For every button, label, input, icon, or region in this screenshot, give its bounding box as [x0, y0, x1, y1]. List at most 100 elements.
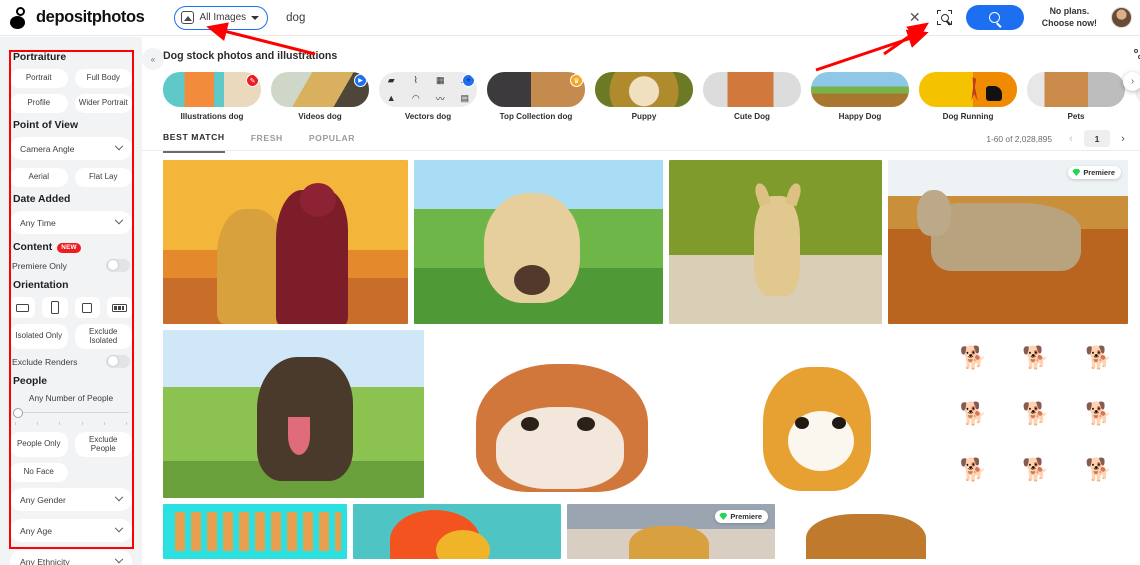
people-count-slider[interactable]: [13, 406, 129, 420]
result-item[interactable]: [430, 330, 683, 498]
ethnicity-dropdown[interactable]: Any Ethnicity: [10, 550, 132, 565]
slider-knob[interactable]: [13, 407, 23, 418]
gender-value: Any Gender: [20, 494, 66, 505]
people-pills-row-2: No Face: [10, 463, 132, 482]
people-slider-label: Any Number of People: [28, 393, 114, 403]
page-root: depositphotos All Images ✕ No plans. Cho…: [0, 0, 1140, 565]
dog-outline-icon: 🐕: [1022, 345, 1050, 370]
category-vectors-dog[interactable]: ▰⌇▦⛰ ▲◠〰▤ ✦ Vectors dog: [379, 72, 477, 121]
category-thumbnail: [919, 72, 1017, 107]
category-pets[interactable]: Pets: [1027, 72, 1125, 121]
result-item[interactable]: [669, 160, 882, 324]
filter-pill-no-face[interactable]: No Face: [10, 463, 68, 482]
category-label: Pets: [1067, 112, 1085, 121]
reverse-image-search-button[interactable]: [930, 3, 960, 33]
clear-search-button[interactable]: ✕: [900, 3, 930, 33]
date-added-dropdown[interactable]: Any Time: [10, 211, 132, 234]
result-item[interactable]: [163, 330, 425, 498]
orientation-square-button[interactable]: [74, 297, 100, 318]
category-puppy[interactable]: Puppy: [595, 72, 693, 121]
category-label: Vectors dog: [404, 112, 452, 121]
result-item[interactable]: Premiere: [688, 330, 937, 498]
chevron-down-icon: [251, 15, 260, 20]
category-cute-dog[interactable]: Cute Dog: [703, 72, 801, 121]
filter-pill-full-body[interactable]: Full Body: [74, 69, 132, 88]
crown-icon: ♛: [570, 74, 583, 87]
search-input[interactable]: [286, 11, 900, 24]
result-item[interactable]: [163, 160, 408, 324]
result-item[interactable]: 🐕 🐕 🐕 🐕 🐕 🐕 🐕 🐕 🐕: [942, 330, 1130, 498]
media-type-label: All Images: [199, 12, 247, 23]
orientation-portrait-button[interactable]: [42, 297, 68, 318]
landscape-icon: [16, 303, 30, 312]
category-label: Puppy: [631, 112, 657, 121]
premiere-only-toggle[interactable]: [106, 259, 130, 272]
premiere-badge: Premiere: [1068, 166, 1121, 179]
filter-pill-people-only[interactable]: People Only: [10, 432, 68, 457]
next-page-button[interactable]: ›: [1116, 131, 1130, 147]
gender-dropdown[interactable]: Any Gender: [10, 488, 132, 511]
ethnicity-value: Any Ethnicity: [20, 556, 70, 565]
result-item[interactable]: [414, 160, 663, 324]
media-type-dropdown[interactable]: All Images: [174, 5, 269, 30]
filter-pill-wider-portrait[interactable]: Wider Portrait: [74, 94, 132, 113]
premiere-label: Premiere: [1083, 168, 1115, 177]
orientation-panorama-button[interactable]: [106, 297, 132, 318]
premiere-badge: Premiere: [715, 510, 768, 523]
brand-logo[interactable]: depositphotos: [0, 6, 145, 29]
filter-pill-profile[interactable]: Profile: [10, 94, 68, 113]
result-item[interactable]: Premiere: [888, 160, 1128, 324]
filter-pill-exclude-isolated[interactable]: Exclude Isolated: [74, 324, 132, 349]
sort-tabs-row: BEST MATCH FRESH POPULAR 1-60 of 2,028,8…: [142, 121, 1140, 153]
camera-angle-dropdown[interactable]: Camera Angle: [10, 137, 132, 160]
category-videos-dog[interactable]: ▶ Videos dog: [271, 72, 369, 121]
premiere-label: Premiere: [730, 512, 762, 521]
section-title-people: People: [13, 376, 48, 387]
age-dropdown[interactable]: Any Age: [10, 519, 132, 542]
category-thumbnail: [1027, 72, 1125, 107]
chevron-down-icon: [114, 554, 124, 563]
filter-pill-portrait[interactable]: Portrait: [10, 69, 68, 88]
category-label: Videos dog: [298, 112, 342, 121]
dog-outline-icon: 🐕: [1022, 401, 1050, 426]
people-pills-row-1: People Only Exclude People: [10, 432, 132, 457]
section-title-portraiture: Portraiture: [13, 52, 67, 63]
search-icon: [989, 12, 1001, 23]
avatar[interactable]: [1111, 7, 1132, 28]
result-item[interactable]: [163, 504, 347, 559]
category-happy-dog[interactable]: Happy Dog: [811, 72, 909, 121]
exclude-renders-row: Exclude Renders: [12, 355, 130, 368]
filter-pill-exclude-people[interactable]: Exclude People: [74, 432, 132, 457]
orientation-landscape-button[interactable]: [10, 297, 36, 318]
tab-popular[interactable]: POPULAR: [309, 133, 355, 152]
filter-pill-flat-lay[interactable]: Flat Lay: [74, 168, 132, 187]
dog-outline-icon: 🐕: [1084, 345, 1113, 370]
header-actions: ✕ No plans. Choose now!: [900, 3, 1140, 33]
current-page[interactable]: 1: [1084, 130, 1110, 147]
search-button[interactable]: [965, 5, 1024, 30]
tab-best-match[interactable]: BEST MATCH: [163, 132, 225, 153]
category-dog-running[interactable]: Dog Running: [919, 72, 1017, 121]
results-count: 1-60 of 2,028,895: [986, 133, 1052, 144]
section-title-orientation: Orientation: [13, 280, 69, 291]
category-thumbnail: ▶: [271, 72, 369, 107]
category-thumbnail: ♛: [487, 72, 585, 107]
grid-row: Premiere: [163, 160, 1130, 324]
filter-pill-aerial[interactable]: Aerial: [10, 168, 68, 187]
exclude-renders-toggle[interactable]: [106, 355, 130, 368]
result-item[interactable]: [353, 504, 561, 559]
category-illustrations-dog[interactable]: ✎ Illustrations dog: [163, 72, 261, 121]
filter-pill-isolated-only[interactable]: Isolated Only: [10, 324, 68, 349]
carousel-next-button[interactable]: ›: [1123, 72, 1140, 91]
slider-ticks: [15, 422, 127, 425]
pov-pills-row: Aerial Flat Lay: [10, 168, 132, 187]
tab-fresh[interactable]: FRESH: [251, 133, 283, 152]
collapse-sidebar-button[interactable]: «: [142, 48, 164, 70]
plans-promo[interactable]: No plans. Choose now!: [1042, 6, 1097, 29]
prev-page-button[interactable]: ‹: [1064, 131, 1078, 147]
result-item[interactable]: Premiere ★ Favorites: [567, 504, 775, 559]
pen-icon: ✎: [246, 74, 259, 87]
category-top-collection-dog[interactable]: ♛ Top Collection dog: [487, 72, 585, 121]
result-item[interactable]: [781, 504, 961, 559]
dog-outline-icon: 🐕: [959, 457, 988, 482]
